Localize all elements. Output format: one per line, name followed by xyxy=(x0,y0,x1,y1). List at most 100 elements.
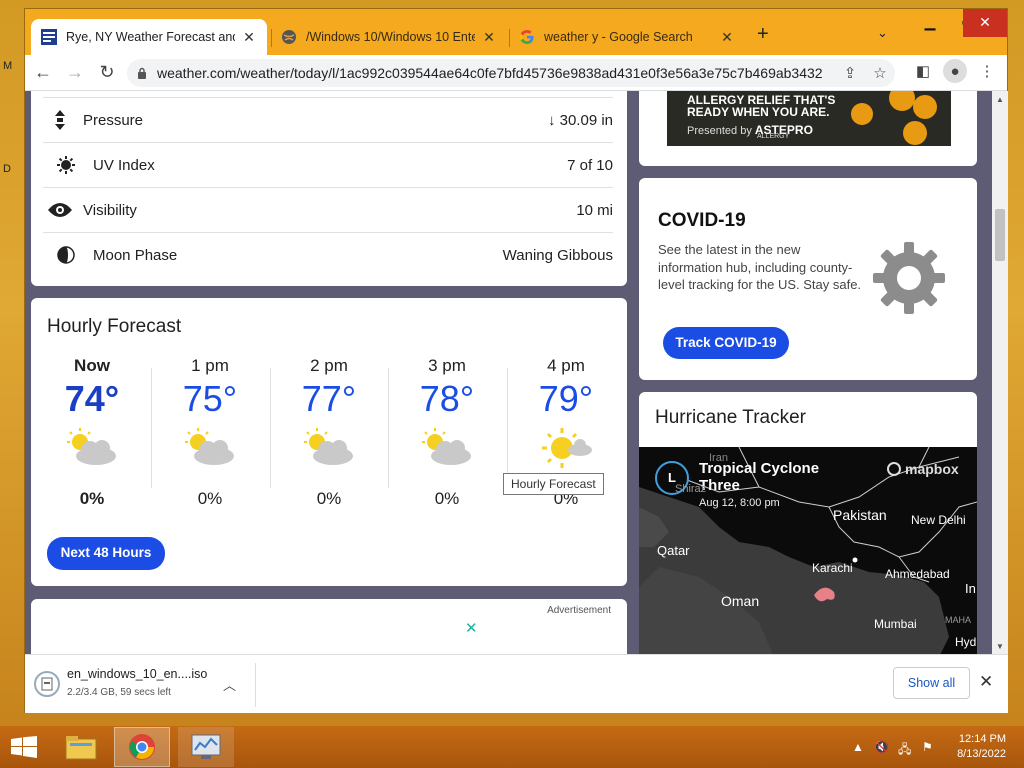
download-filename[interactable]: en_windows_10_en....iso xyxy=(67,667,207,681)
hourly-forecast-title: Hourly Forecast xyxy=(47,316,182,337)
map-label: Karachi xyxy=(812,561,853,575)
resource-monitor-icon[interactable] xyxy=(178,727,234,767)
new-tab-button[interactable]: + xyxy=(757,23,769,46)
action-center-icon[interactable]: ⚑ xyxy=(922,740,933,754)
hour-column[interactable]: 2 pm 77° 0% xyxy=(270,356,388,509)
next-48-hours-button[interactable]: Next 48 Hours xyxy=(47,537,165,570)
flower-image xyxy=(889,91,915,111)
scroll-up-icon[interactable]: ▲ xyxy=(996,95,1004,104)
chevron-up-icon[interactable]: ︿ xyxy=(223,675,236,694)
partly-cloudy-icon xyxy=(304,428,353,465)
allergy-promo-card: ALLERGY RELIEF THAT'S READY WHEN YOU ARE… xyxy=(639,91,977,166)
hourly-forecast-card: Hourly Forecast Now 74° 0% 1 pm 75° 0% 2… xyxy=(31,298,627,586)
map-label: Iran xyxy=(709,452,728,464)
map-label: In xyxy=(965,581,976,596)
scrollbar-thumb[interactable] xyxy=(995,209,1005,261)
profile-avatar-icon[interactable]: ● xyxy=(943,59,967,83)
reload-icon[interactable]: ↻ xyxy=(91,62,123,83)
detail-row-pressure: Pressure ↓ 30.09 in xyxy=(43,97,613,142)
side-panel-icon[interactable]: ◧ xyxy=(911,59,935,83)
hour-column[interactable]: 3 pm 78° 0% xyxy=(388,356,506,509)
promo-brand-sub: ALLERGY xyxy=(757,133,790,140)
hour-temp: 75° xyxy=(182,378,238,419)
map-label: Qatar xyxy=(657,543,690,558)
address-bar[interactable]: weather.com/weather/today/l/1ac992c03954… xyxy=(127,59,895,87)
windows-start-icon[interactable] xyxy=(4,727,44,767)
hour-precip: 0% xyxy=(434,489,460,508)
pressure-icon xyxy=(43,110,77,130)
browser-toolbar: ← → ↻ weather.com/weather/today/l/1ac992… xyxy=(25,55,1007,91)
share-icon[interactable]: ⇪ xyxy=(835,64,865,82)
ad-close-icon[interactable]: ✕ xyxy=(465,619,478,637)
clock[interactable]: 12:14 PM 8/13/2022 xyxy=(957,732,1006,762)
hour-column[interactable]: 1 pm 75° 0% xyxy=(151,356,269,509)
tab-google[interactable]: weather y - Google Search ✕ xyxy=(509,19,745,55)
close-tab-icon[interactable]: ✕ xyxy=(241,29,257,46)
promo-presented-by: Presented by ASTEPRO xyxy=(687,123,813,137)
show-hidden-icons-icon[interactable]: ▲ xyxy=(852,740,864,754)
hour-column[interactable]: Now 74° 0% xyxy=(33,356,151,509)
visibility-icon xyxy=(43,200,77,220)
hour-time: 2 pm xyxy=(310,356,348,375)
bookmark-star-icon[interactable]: ☆ xyxy=(865,64,895,82)
hour-temp: 79° xyxy=(538,378,594,419)
menu-kebab-icon[interactable]: ⋮ xyxy=(975,59,999,83)
back-arrow-icon[interactable]: ← xyxy=(27,62,59,83)
scroll-down-icon[interactable]: ▼ xyxy=(996,642,1004,651)
partly-cloudy-icon xyxy=(422,428,471,465)
hour-precip: 0% xyxy=(79,489,105,508)
volume-muted-icon[interactable]: 🔇 xyxy=(874,740,889,754)
hour-temp: 78° xyxy=(419,378,475,419)
tab-weather[interactable]: Rye, NY Weather Forecast and Co ✕ xyxy=(31,19,267,55)
storm-name: Tropical Cyclone Three xyxy=(699,460,820,494)
hour-precip: 0% xyxy=(197,489,223,508)
download-progress-text: 2.2/3.4 GB, 59 secs left xyxy=(67,687,171,698)
detail-value: ↓ 30.09 in xyxy=(547,111,613,129)
map-label: New Delhi xyxy=(911,513,966,527)
allergy-ad-banner[interactable]: ALLERGY RELIEF THAT'S READY WHEN YOU ARE… xyxy=(667,91,951,146)
weather-channel-icon xyxy=(41,29,57,45)
chrome-taskbar-icon[interactable] xyxy=(114,727,170,767)
close-tab-icon[interactable]: ✕ xyxy=(719,29,735,46)
url-text: weather.com/weather/today/l/1ac992c03954… xyxy=(157,65,823,81)
hour-temp: 74° xyxy=(64,378,120,419)
close-tab-icon[interactable]: ✕ xyxy=(481,29,497,46)
window-close-button[interactable]: ✕ xyxy=(963,9,1007,37)
browser-window: Rye, NY Weather Forecast and Co ✕ /Windo… xyxy=(24,8,1008,713)
network-icon[interactable]: 🖧 xyxy=(898,740,911,761)
map-label: Ahmedabad xyxy=(885,567,950,581)
close-download-bar-icon[interactable]: ✕ xyxy=(979,672,993,692)
globe-icon xyxy=(282,30,296,44)
storm-time: Aug 12, 8:00 pm xyxy=(699,497,780,509)
covid-title: COVID-19 xyxy=(658,210,746,231)
track-covid-button[interactable]: Track COVID-19 xyxy=(663,327,789,359)
map-label: Shiraz xyxy=(675,483,707,495)
hour-time: Now xyxy=(74,356,110,375)
covid-description: See the latest in the new information hu… xyxy=(658,242,862,292)
flower-image xyxy=(903,121,927,145)
page-scrollbar[interactable]: ▲ ▼ xyxy=(992,91,1008,654)
tab-windows[interactable]: /Windows 10/Windows 10 Enterp ✕ xyxy=(271,19,507,55)
detail-value: 7 of 10 xyxy=(567,156,613,174)
taskbar: ▲ 🔇 🖧 ⚑ 12:14 PM 8/13/2022 xyxy=(0,726,1024,768)
hurricane-map[interactable]: L Tropical Cyclone Three Aug 12, 8:00 pm … xyxy=(639,447,977,654)
hurricane-tracker-title: Hurricane Tracker xyxy=(655,407,806,428)
download-progress-icon[interactable] xyxy=(34,671,60,697)
forward-arrow-icon[interactable]: → xyxy=(59,62,91,83)
show-all-button[interactable]: Show all xyxy=(893,667,970,699)
promo-line-2: READY WHEN YOU ARE. xyxy=(687,105,830,119)
flower-image xyxy=(851,103,873,125)
file-explorer-icon[interactable] xyxy=(56,727,106,767)
desktop-icon-label: D xyxy=(3,163,11,175)
toolbar-actions: ◧ ● ⋮ xyxy=(911,59,999,83)
flower-image xyxy=(913,95,937,119)
hour-temp: 77° xyxy=(301,378,357,419)
detail-label: Moon Phase xyxy=(93,246,178,264)
hour-precip: 0% xyxy=(316,489,342,508)
detail-row-visibility: Visibility 10 mi xyxy=(43,187,613,232)
moon-icon xyxy=(49,245,83,265)
map-label: Pakistan xyxy=(833,507,887,523)
today-details-card: Pressure ↓ 30.09 in UV Index 7 of 10 Vis… xyxy=(31,91,627,286)
tab-search-chevron-icon[interactable]: ⌄ xyxy=(877,25,888,41)
minimize-button[interactable]: ▁ xyxy=(913,9,947,37)
